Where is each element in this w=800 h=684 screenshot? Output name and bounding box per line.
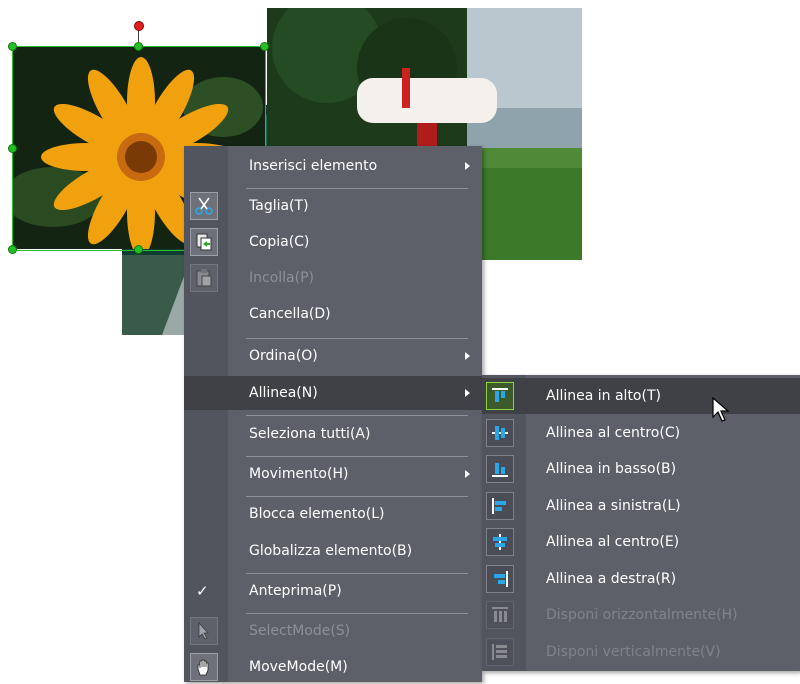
- submenu-item-align-top[interactable]: Allinea in alto(T): [482, 378, 800, 414]
- submenu-arrow-icon: [465, 162, 470, 170]
- submenu-arrow-icon: [465, 352, 470, 360]
- resize-handle-sw[interactable]: [8, 245, 17, 254]
- menu-item-label: Taglia(T): [249, 198, 309, 214]
- submenu-item-distribute-vertical[interactable]: Disponi verticalmente(V): [482, 634, 800, 670]
- align-left-icon: [486, 492, 514, 520]
- arrow-pointer-icon: [190, 617, 218, 645]
- menu-item-label: SelectMode(S): [249, 623, 351, 639]
- menu-item-label: Anteprima(P): [249, 583, 342, 599]
- paste-icon: [190, 264, 218, 292]
- align-submenu: Allinea in alto(T) Allinea al centro(C) …: [482, 375, 800, 671]
- distribute-vertical-icon: [486, 638, 514, 666]
- rotate-handle[interactable]: [134, 21, 144, 31]
- submenu-item-label: Disponi verticalmente(V): [546, 644, 721, 660]
- align-top-icon: [486, 382, 514, 410]
- menu-item-movement[interactable]: Movimento(H): [184, 457, 482, 491]
- menu-item-globalize-element[interactable]: Globalizza elemento(B): [184, 534, 482, 568]
- submenu-item-label: Allinea a destra(R): [546, 571, 677, 587]
- submenu-item-align-right[interactable]: Allinea a destra(R): [482, 561, 800, 597]
- menu-item-select-all[interactable]: Seleziona tutti(A): [184, 417, 482, 451]
- menu-item-label: Cancella(D): [249, 306, 331, 322]
- menu-item-label: Inserisci elemento: [249, 158, 378, 174]
- align-vertical-center-icon: [486, 419, 514, 447]
- distribute-horizontal-icon: [486, 601, 514, 629]
- menu-item-label: Allinea(N): [249, 385, 318, 401]
- resize-handle-s[interactable]: [134, 245, 143, 254]
- menu-item-preview[interactable]: ✓ Anteprima(P): [184, 574, 482, 608]
- resize-handle-w[interactable]: [8, 144, 17, 153]
- menu-item-select-mode[interactable]: SelectMode(S): [184, 614, 482, 648]
- submenu-item-label: Allinea in alto(T): [546, 388, 661, 404]
- menu-item-paste[interactable]: Incolla(P): [184, 261, 482, 295]
- menu-item-lock-element[interactable]: Blocca elemento(L): [184, 497, 482, 531]
- align-right-icon: [486, 565, 514, 593]
- menu-item-align[interactable]: Allinea(N): [184, 376, 482, 410]
- menu-item-order[interactable]: Ordina(O): [184, 339, 482, 373]
- submenu-item-distribute-horizontal[interactable]: Disponi orizzontalmente(H): [482, 597, 800, 633]
- context-menu: Inserisci elemento Taglia(T) Copia(C) In…: [184, 146, 482, 682]
- resize-handle-nw[interactable]: [8, 42, 17, 51]
- copy-icon: [190, 228, 218, 256]
- menu-item-label: Seleziona tutti(A): [249, 426, 371, 442]
- resize-handle-n[interactable]: [134, 42, 143, 51]
- menu-item-label: Incolla(P): [249, 270, 314, 286]
- menu-item-insert-element[interactable]: Inserisci elemento: [184, 149, 482, 183]
- submenu-item-label: Allinea al centro(E): [546, 534, 680, 550]
- menu-item-label: Copia(C): [249, 234, 310, 250]
- menu-item-label: Globalizza elemento(B): [249, 543, 413, 559]
- hand-icon: [190, 653, 218, 681]
- submenu-item-label: Allinea in basso(B): [546, 461, 677, 477]
- menu-item-label: Blocca elemento(L): [249, 506, 385, 522]
- menu-item-label: MoveMode(M): [249, 659, 348, 675]
- submenu-item-align-middle[interactable]: Allinea al centro(C): [482, 415, 800, 451]
- menu-item-copy[interactable]: Copia(C): [184, 225, 482, 259]
- menu-item-label: Movimento(H): [249, 466, 349, 482]
- resize-handle-ne[interactable]: [260, 42, 269, 51]
- submenu-item-align-bottom[interactable]: Allinea in basso(B): [482, 451, 800, 487]
- submenu-item-label: Allinea a sinistra(L): [546, 498, 681, 514]
- submenu-item-label: Allinea al centro(C): [546, 425, 681, 441]
- submenu-item-align-left[interactable]: Allinea a sinistra(L): [482, 488, 800, 524]
- align-bottom-icon: [486, 455, 514, 483]
- submenu-arrow-icon: [465, 389, 470, 397]
- scissors-icon: [190, 192, 218, 220]
- checkmark-icon: ✓: [196, 582, 209, 600]
- mouse-cursor-icon: [712, 396, 730, 427]
- menu-item-move-mode[interactable]: MoveMode(M): [184, 650, 482, 684]
- menu-item-label: Ordina(O): [249, 348, 318, 364]
- submenu-item-label: Disponi orizzontalmente(H): [546, 607, 738, 623]
- submenu-item-align-center-horizontal[interactable]: Allinea al centro(E): [482, 524, 800, 560]
- menu-item-cut[interactable]: Taglia(T): [184, 189, 482, 223]
- submenu-arrow-icon: [465, 470, 470, 478]
- menu-item-delete[interactable]: Cancella(D): [184, 297, 482, 331]
- menu-separator: [246, 415, 468, 416]
- align-horizontal-center-icon: [486, 528, 514, 556]
